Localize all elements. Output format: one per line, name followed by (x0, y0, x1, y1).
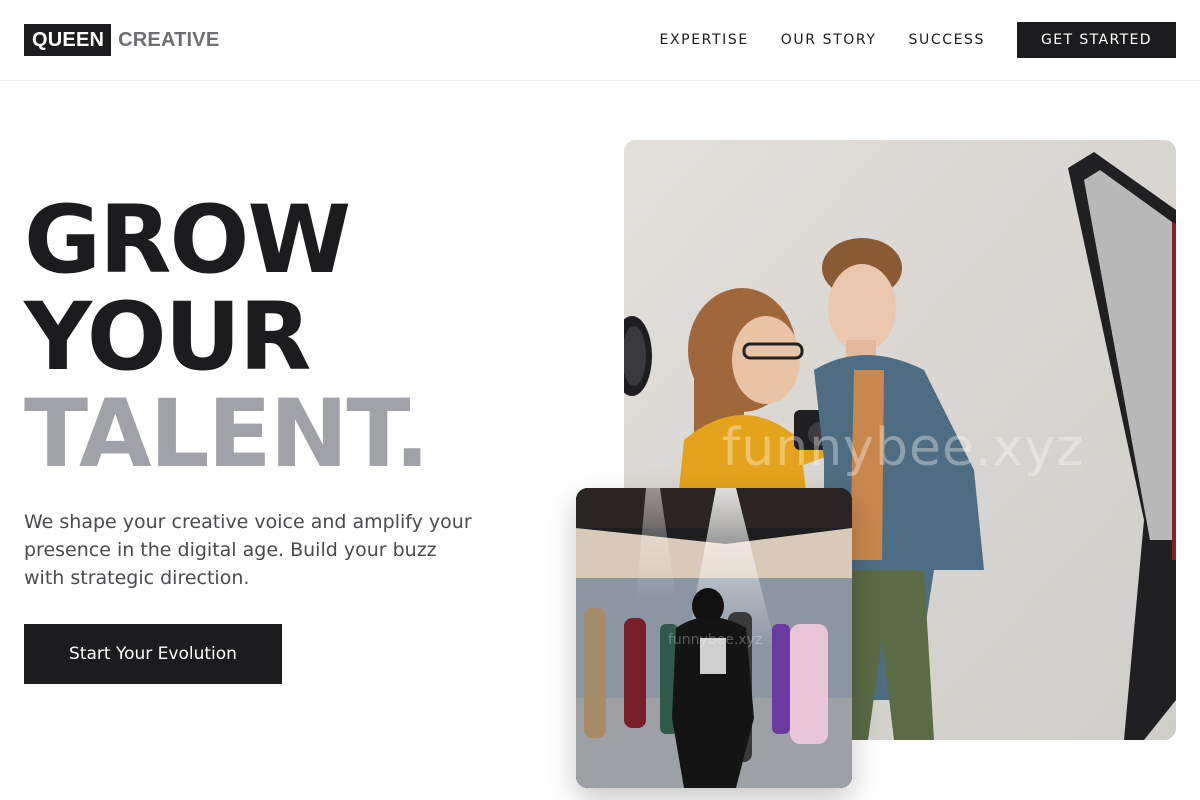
hero-subtext: We shape your creative voice and amplify… (24, 511, 472, 589)
brand-logo[interactable]: QUEEN CREATIVE (24, 24, 219, 56)
brand-logo-primary: QUEEN (24, 24, 112, 56)
image-watermark: funnybee.xyz (722, 418, 1085, 478)
get-started-button[interactable]: GET STARTED (1017, 22, 1176, 58)
hero-headline-line-3: TALENT. (24, 380, 430, 489)
nav-link-expertise[interactable]: EXPERTISE (660, 32, 749, 48)
hero-headline: GROW YOUR TALENT. (24, 186, 430, 489)
nav-link-our-story[interactable]: OUR STORY (781, 32, 877, 48)
image-watermark-small: funnybee.xyz (668, 632, 763, 648)
nav-link-success[interactable]: SUCCESS (908, 32, 985, 48)
start-evolution-button[interactable]: Start Your Evolution (24, 624, 282, 684)
site-header: QUEEN CREATIVE EXPERTISE OUR STORY SUCCE… (0, 0, 1200, 81)
main-nav: EXPERTISE OUR STORY SUCCESS GET STARTED (660, 22, 1176, 58)
brand-logo-secondary: CREATIVE (118, 28, 220, 51)
hero-headline-line-2: YOUR (24, 283, 311, 392)
hero-headline-line-1: GROW (24, 186, 351, 295)
